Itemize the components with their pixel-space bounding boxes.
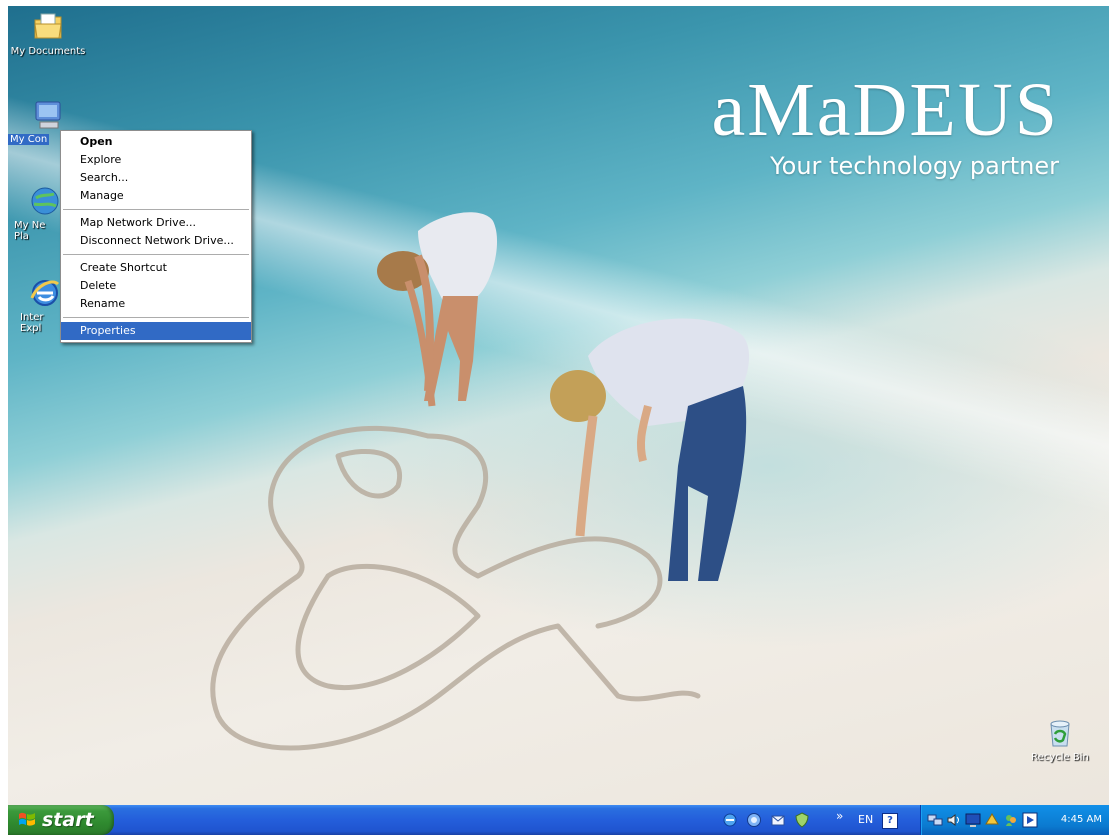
- menu-item-manage[interactable]: Manage: [61, 187, 251, 205]
- my-computer-icon: [35, 101, 61, 129]
- internet-explorer-icon: [30, 280, 60, 306]
- menu-separator: [63, 254, 249, 255]
- sand-drawing: [210, 425, 701, 751]
- desktop-icon-my-computer[interactable]: My Con: [8, 98, 61, 145]
- language-indicator[interactable]: EN: [858, 805, 873, 835]
- menu-separator: [63, 317, 249, 318]
- menu-item-disconnect-network-drive[interactable]: Disconnect Network Drive...: [61, 232, 251, 250]
- browser-icon[interactable]: [746, 812, 762, 828]
- chevron-icon[interactable]: »: [836, 809, 843, 823]
- clock[interactable]: 4:45 AM: [1061, 805, 1102, 835]
- menu-item-create-shortcut[interactable]: Create Shortcut: [61, 259, 251, 277]
- desktop-icon-label: My Con: [8, 134, 50, 145]
- menu-item-search[interactable]: Search...: [61, 169, 251, 187]
- brand-tagline: Your technology partner: [770, 152, 1059, 180]
- menu-item-rename[interactable]: Rename: [61, 295, 251, 313]
- desktop-icon-my-network-places[interactable]: My Ne Pla: [12, 184, 62, 242]
- security-icon[interactable]: [984, 812, 1000, 828]
- desktop-icon-label: My Ne Pla: [14, 220, 46, 242]
- shield-icon[interactable]: [794, 812, 810, 828]
- taskbar: start » EN ? 4:45 AM: [8, 805, 1109, 835]
- help-icon[interactable]: ?: [882, 813, 898, 829]
- man-figure: [550, 318, 750, 581]
- desktop-icon-label: My Documents: [10, 46, 86, 57]
- desktop-icon-my-documents[interactable]: My Documents: [8, 10, 90, 57]
- desktop-icon-label: Recycle Bin: [1031, 752, 1089, 763]
- menu-separator: [63, 209, 249, 210]
- windows-flag-icon: [19, 812, 35, 826]
- menu-item-map-network-drive[interactable]: Map Network Drive...: [61, 214, 251, 232]
- system-tray: 4:45 AM: [920, 805, 1109, 835]
- menu-item-delete[interactable]: Delete: [61, 277, 251, 295]
- desktop-icon-internet-explorer[interactable]: Inter Expl: [18, 276, 62, 334]
- my-network-places-icon: [31, 187, 59, 215]
- network-icon[interactable]: [927, 812, 943, 828]
- desktop[interactable]: aMaDEUS Your technology partner My Docum…: [8, 6, 1109, 805]
- outlook-icon[interactable]: [770, 812, 786, 828]
- brand-name: aMaDEUS: [711, 68, 1059, 152]
- menu-item-open[interactable]: Open: [61, 133, 251, 151]
- media-icon[interactable]: [1022, 812, 1038, 828]
- menu-item-explore[interactable]: Explore: [61, 151, 251, 169]
- context-menu: Open Explore Search... Manage Map Networ…: [60, 130, 252, 343]
- start-button[interactable]: start: [8, 805, 114, 835]
- volume-icon[interactable]: [946, 812, 962, 828]
- recycle-bin-icon: [1050, 720, 1070, 747]
- monitor-icon[interactable]: [965, 812, 981, 828]
- internet-explorer-icon[interactable]: [722, 812, 738, 828]
- messenger-icon[interactable]: [1003, 812, 1019, 828]
- menu-item-properties[interactable]: Properties: [61, 322, 251, 340]
- my-documents-icon: [34, 13, 62, 39]
- desktop-icon-recycle-bin[interactable]: Recycle Bin: [1020, 716, 1100, 763]
- woman-figure: [377, 212, 498, 407]
- start-label: start: [42, 809, 94, 831]
- brand-logo: aMaDEUS Your technology partner: [711, 72, 1059, 180]
- desktop-icon-label: Inter Expl: [20, 312, 44, 334]
- screen: aMaDEUS Your technology partner My Docum…: [0, 0, 1109, 835]
